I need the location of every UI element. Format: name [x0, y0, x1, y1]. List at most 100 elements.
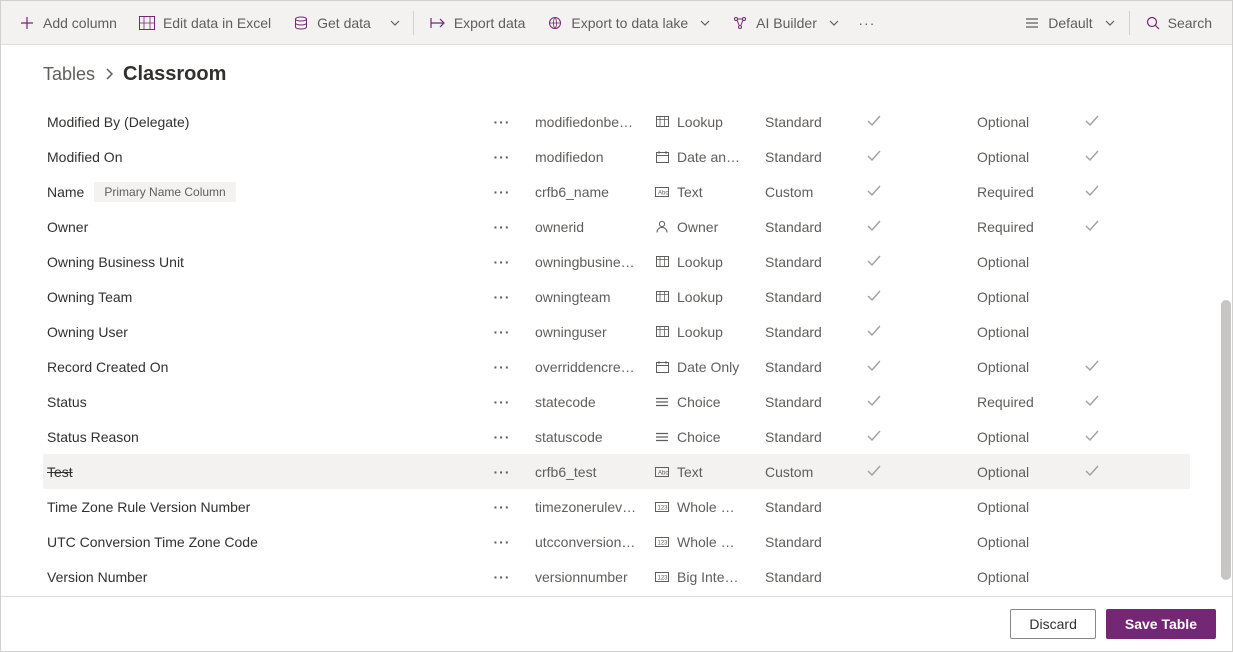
- lookup-type-icon: [655, 326, 669, 338]
- check-icon: [867, 464, 881, 480]
- data-type-label: Whole …: [677, 499, 735, 515]
- required-cell: Optional: [973, 289, 1081, 305]
- discard-button[interactable]: Discard: [1010, 609, 1095, 639]
- separator: [413, 11, 414, 35]
- table-row[interactable]: Modified By (Delegate)···modifiedonbe…Lo…: [43, 104, 1190, 139]
- edit-excel-button[interactable]: Edit data in Excel: [129, 7, 281, 39]
- breadcrumb-parent[interactable]: Tables: [43, 64, 95, 85]
- row-more-button[interactable]: ···: [473, 254, 531, 270]
- schema-name-cell: crfb6_name: [531, 184, 651, 200]
- ai-builder-button[interactable]: AI Builder: [722, 7, 849, 39]
- row-more-button[interactable]: ···: [473, 429, 531, 445]
- date-type-icon: [655, 151, 669, 163]
- table-row[interactable]: Time Zone Rule Version Number···timezone…: [43, 489, 1190, 524]
- row-more-button[interactable]: ···: [473, 219, 531, 235]
- view-icon: [1024, 15, 1040, 31]
- more-icon: ···: [494, 499, 511, 515]
- data-type-cell: Date an…: [651, 149, 761, 165]
- lookup-type-icon: [655, 256, 669, 268]
- chevron-down-icon: [829, 20, 839, 26]
- customizable-check: [863, 324, 973, 340]
- check-icon: [867, 289, 881, 305]
- check-icon: [867, 254, 881, 270]
- get-data-chevron[interactable]: [383, 7, 407, 39]
- export-data-button[interactable]: Export data: [420, 7, 536, 39]
- overflow-button[interactable]: ···: [851, 7, 883, 39]
- text-type-icon: Abc: [655, 466, 669, 478]
- customizable-check: [863, 394, 973, 410]
- get-data-label: Get data: [317, 15, 371, 31]
- row-more-button[interactable]: ···: [473, 359, 531, 375]
- required-cell: Optional: [973, 324, 1081, 340]
- column-name: Test: [47, 464, 73, 480]
- data-type-cell: Choice: [651, 394, 761, 410]
- row-more-button[interactable]: ···: [473, 394, 531, 410]
- column-type-cell: Standard: [761, 429, 863, 445]
- export-lake-button[interactable]: Export to data lake: [537, 7, 720, 39]
- table-row[interactable]: Modified On···modifiedonDate an…Standard…: [43, 139, 1190, 174]
- customizable-check: [863, 184, 973, 200]
- svg-text:123: 123: [658, 575, 669, 581]
- table-row[interactable]: Status Reason···statuscodeChoiceStandard…: [43, 419, 1190, 454]
- column-type-cell: Custom: [761, 184, 863, 200]
- save-button[interactable]: Save Table: [1106, 609, 1216, 639]
- column-name-cell: Owner: [43, 219, 473, 235]
- row-more-button[interactable]: ···: [473, 569, 531, 585]
- schema-name-cell: owninguser: [531, 324, 651, 340]
- column-type-cell: Standard: [761, 534, 863, 550]
- table-row[interactable]: Owning User ··· owninguser Lookup Standard Op…: [43, 314, 1190, 349]
- row-more-button[interactable]: ···: [473, 184, 531, 200]
- column-name-cell: Owning User: [43, 324, 473, 340]
- table-row[interactable]: Owner···owneridOwnerStandardRequired: [43, 209, 1190, 244]
- ai-builder-label: AI Builder: [756, 15, 817, 31]
- number-type-icon: 123: [655, 536, 669, 548]
- table-row[interactable]: Record Created On···overriddencre…Date O…: [43, 349, 1190, 384]
- row-more-button[interactable]: ···: [473, 149, 531, 165]
- search-input[interactable]: Search: [1134, 7, 1224, 39]
- add-column-button[interactable]: Add column: [9, 7, 127, 39]
- column-type-cell: Standard: [761, 324, 863, 340]
- schema-name-cell: statecode: [531, 394, 651, 410]
- customizable-check: [863, 464, 973, 480]
- row-more-button[interactable]: ···: [473, 324, 531, 340]
- column-type-cell: Standard: [761, 569, 863, 585]
- column-name-cell: Status Reason: [43, 429, 473, 445]
- customizable-check: [863, 219, 973, 235]
- table-row[interactable]: UTC Conversion Time Zone Code···utcconve…: [43, 524, 1190, 559]
- data-type-label: Lookup: [677, 324, 723, 340]
- searchable-check: [1081, 219, 1141, 235]
- schema-name-cell: crfb6_test: [531, 464, 651, 480]
- required-cell: Required: [973, 394, 1081, 410]
- column-name-cell: Test: [43, 464, 473, 480]
- text-type-icon: Abc: [655, 186, 669, 198]
- table-row[interactable]: Test···crfb6_testAbcTextCustomOptional: [43, 454, 1190, 489]
- table-row[interactable]: Owning Business Unit···owningbusine…Look…: [43, 244, 1190, 279]
- more-icon: ···: [494, 149, 511, 165]
- column-name-cell: NamePrimary Name Column: [43, 182, 473, 202]
- view-selector-button[interactable]: Default: [1014, 7, 1124, 39]
- data-type-cell: Date Only: [651, 359, 761, 375]
- required-cell: Optional: [973, 429, 1081, 445]
- table-row[interactable]: NamePrimary Name Column···crfb6_nameAbcT…: [43, 174, 1190, 209]
- table-row[interactable]: Status···statecodeChoiceStandardRequired: [43, 384, 1190, 419]
- row-more-button[interactable]: ···: [473, 534, 531, 550]
- row-more-button[interactable]: ···: [473, 499, 531, 515]
- required-cell: Optional: [973, 569, 1081, 585]
- searchable-check: [1081, 114, 1141, 130]
- required-cell: Optional: [973, 464, 1081, 480]
- table-row[interactable]: Version Number···versionnumber123Big Int…: [43, 559, 1190, 594]
- check-icon: [1085, 464, 1099, 480]
- data-type-cell: 123Whole …: [651, 499, 761, 515]
- get-data-button[interactable]: Get data: [283, 7, 381, 39]
- data-type-label: Date an…: [677, 149, 740, 165]
- row-more-button[interactable]: ···: [473, 289, 531, 305]
- more-icon: ···: [494, 324, 511, 340]
- more-icon: ···: [494, 429, 511, 445]
- scrollbar[interactable]: [1221, 300, 1231, 580]
- row-more-button[interactable]: ···: [473, 464, 531, 480]
- required-cell: Required: [973, 219, 1081, 235]
- table-row[interactable]: Owning Team···owningteamLookupStandardOp…: [43, 279, 1190, 314]
- row-more-button[interactable]: ···: [473, 114, 531, 130]
- required-cell: Optional: [973, 499, 1081, 515]
- column-name-cell: Modified By (Delegate): [43, 114, 473, 130]
